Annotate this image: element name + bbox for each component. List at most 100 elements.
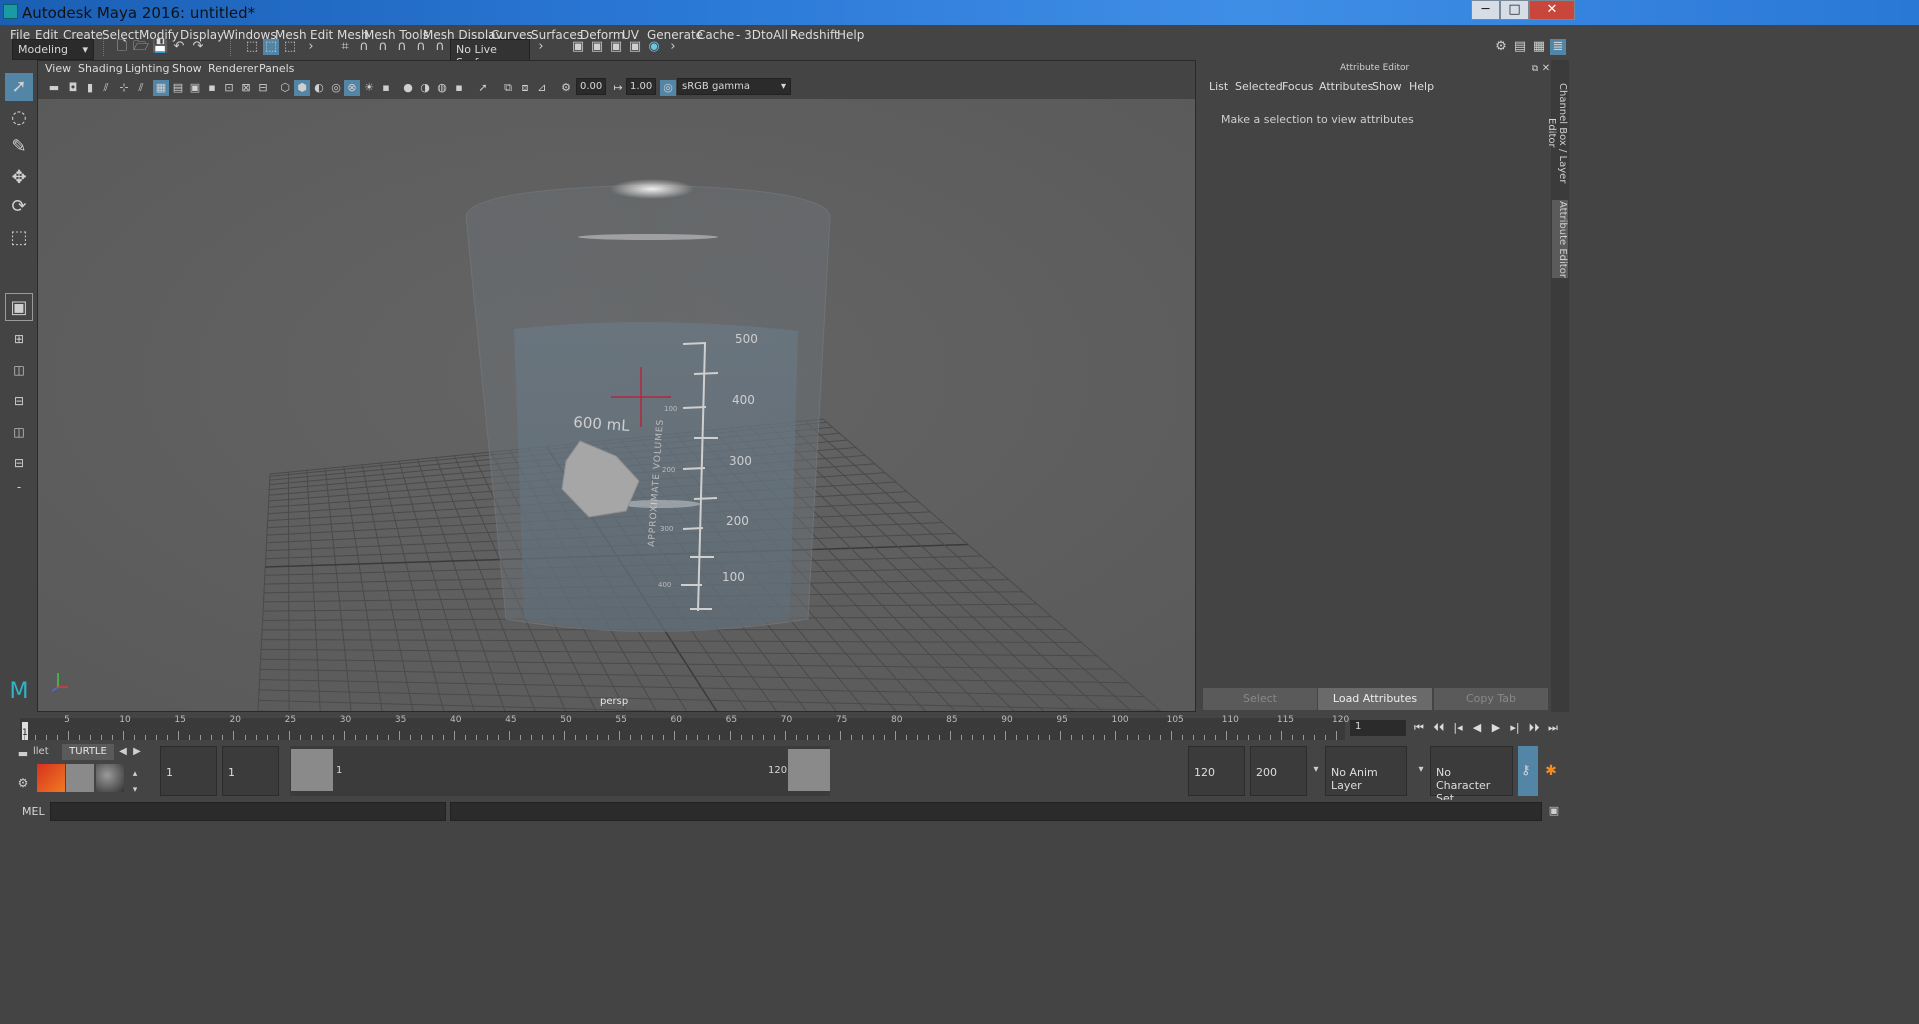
select-object-icon[interactable]: ⬚: [263, 39, 279, 55]
gate-mask-icon[interactable]: ▣: [187, 80, 203, 96]
menu-redshift[interactable]: Redshift: [790, 28, 839, 42]
isolate-select-icon[interactable]: ➚: [475, 80, 491, 96]
shelf-tab-partial[interactable]: llet: [33, 744, 61, 760]
lasso-tool-icon[interactable]: ◌: [5, 104, 33, 132]
camera-select-icon[interactable]: ▬: [46, 80, 62, 96]
use-all-lights-icon[interactable]: ☀: [361, 80, 377, 96]
chevron-right-icon[interactable]: ›: [533, 39, 549, 55]
paint-select-tool-icon[interactable]: ✎: [5, 133, 33, 161]
ipr-render-icon[interactable]: ▣: [589, 39, 605, 55]
wireframe-shading-icon[interactable]: ⬡: [277, 80, 293, 96]
modeling-toolkit-icon[interactable]: ⚙: [1493, 39, 1509, 55]
view-transform-dropdown[interactable]: sRGB gamma ▾: [677, 78, 791, 95]
rotate-tool-icon[interactable]: ⟳: [5, 193, 33, 221]
step-forward-key-button[interactable]: ⏵⏵: [1526, 720, 1542, 736]
snap-grid-icon[interactable]: ⌗: [337, 39, 353, 55]
move-tool-icon[interactable]: ✥: [5, 164, 33, 192]
load-attributes-button[interactable]: Load Attributes: [1318, 688, 1432, 710]
camera-attributes-icon[interactable]: ◘: [65, 80, 81, 96]
auto-key-button[interactable]: ⚷: [1518, 746, 1538, 796]
anim-layer-field[interactable]: No Anim Layer: [1325, 746, 1407, 796]
select-tool-icon[interactable]: ➚: [5, 73, 33, 101]
viewport-menu-show[interactable]: Show: [172, 62, 202, 75]
chevron-down-icon[interactable]: ▾: [1308, 762, 1324, 778]
copy-tab-button[interactable]: Copy Tab: [1434, 688, 1548, 710]
channel-box-icon[interactable]: ≣: [1550, 39, 1566, 55]
select-hierarchy-icon[interactable]: ⬚: [244, 39, 260, 55]
exposure-icon[interactable]: ⚙: [558, 80, 574, 96]
playback-end-field[interactable]: 120: [1188, 746, 1245, 796]
snap-curve-icon[interactable]: ∩: [356, 39, 372, 55]
animation-preferences-icon[interactable]: ✱: [1543, 763, 1559, 779]
xray-icon[interactable]: ⊗: [344, 80, 360, 96]
film-gate-icon[interactable]: ⫽: [133, 80, 149, 96]
perspective-viewport[interactable]: 500 400 300 200 100 100 200 300 400 600 …: [38, 99, 1195, 711]
snap-view-plane-icon[interactable]: ∩: [413, 39, 429, 55]
antialiasing-icon[interactable]: ◍: [434, 80, 450, 96]
tab-attribute-editor[interactable]: Attribute Editor: [1552, 200, 1568, 278]
close-button[interactable]: ✕: [1529, 0, 1575, 20]
textured-icon[interactable]: ◎: [328, 80, 344, 96]
minimize-button[interactable]: ─: [1471, 0, 1500, 20]
shelf-scroll-down-icon[interactable]: ▾: [127, 782, 143, 798]
layout-options-icon[interactable]: -: [5, 473, 33, 501]
render-settings-icon[interactable]: ▣: [608, 39, 624, 55]
smooth-shading-icon[interactable]: ⬢: [294, 80, 310, 96]
time-ruler[interactable]: 1 5 10 15 20 25 30 35 40 45 50 55 60 65 70 75 80 85 90 95 1…: [20, 715, 1349, 740]
safe-action-icon[interactable]: ⊡: [221, 80, 237, 96]
motion-blur-icon[interactable]: ◑: [417, 80, 433, 96]
current-frame-field[interactable]: 1: [1350, 720, 1406, 736]
viewport-menu-panels[interactable]: Panels: [259, 62, 294, 75]
menu-set-dropdown[interactable]: Modeling ▾: [12, 39, 94, 60]
turtle-render-icon[interactable]: [37, 764, 65, 792]
image-plane-icon[interactable]: ⫽: [98, 80, 114, 96]
color-management-icon[interactable]: ◎: [660, 80, 676, 96]
xray-joints-icon[interactable]: ⧉: [500, 80, 516, 96]
play-backwards-button[interactable]: ◀: [1469, 720, 1485, 736]
range-slider-start-handle[interactable]: [291, 749, 333, 791]
attr-menu-attributes[interactable]: Attributes: [1319, 80, 1373, 93]
turtle-shader-icon[interactable]: [96, 764, 124, 792]
grid-toggle-icon[interactable]: ⊹: [116, 80, 132, 96]
field-chart-icon[interactable]: ▪: [204, 80, 220, 96]
four-view-layout-icon[interactable]: ⊞: [5, 325, 33, 353]
attr-menu-focus[interactable]: Focus: [1282, 80, 1313, 93]
tool-settings-icon[interactable]: ▦: [1531, 39, 1547, 55]
go-to-start-button[interactable]: ⏮: [1411, 720, 1427, 736]
step-forward-frame-button[interactable]: ▸|: [1507, 720, 1523, 736]
attribute-editor-toggle-icon[interactable]: ▤: [1512, 39, 1528, 55]
attr-menu-show[interactable]: Show: [1372, 80, 1402, 93]
open-scene-icon[interactable]: 🗁: [133, 39, 149, 55]
attr-menu-help[interactable]: Help: [1409, 80, 1434, 93]
go-to-end-button[interactable]: ⏭: [1545, 720, 1561, 736]
new-scene-icon[interactable]: 🗋: [114, 39, 130, 55]
attr-menu-list[interactable]: List: [1209, 80, 1228, 93]
animation-start-field[interactable]: 1: [160, 746, 217, 796]
shadows-icon[interactable]: ▪: [378, 80, 394, 96]
safe-title-icon[interactable]: ⊠: [238, 80, 254, 96]
make-live-icon[interactable]: ∩: [432, 39, 448, 55]
command-input[interactable]: [50, 802, 446, 821]
default-material-icon[interactable]: ◐: [311, 80, 327, 96]
viewport-menu-view[interactable]: View: [45, 62, 71, 75]
scale-tool-icon[interactable]: ⬚: [5, 224, 33, 252]
gamma-icon[interactable]: ↦: [610, 80, 626, 96]
select-button[interactable]: Select: [1203, 688, 1317, 710]
shelf-tab-next-icon[interactable]: ▶: [129, 744, 145, 760]
chevron-down-icon[interactable]: ▾: [1413, 762, 1429, 778]
step-back-key-button[interactable]: ⏴⏴: [1431, 720, 1447, 736]
camera-frame-icon[interactable]: ⊟: [255, 80, 271, 96]
shelf-menu-icon[interactable]: ▬: [15, 746, 31, 762]
range-slider[interactable]: 1 120: [290, 746, 830, 796]
persp-graph-layout-icon[interactable]: ⊟: [5, 387, 33, 415]
menu-help[interactable]: Help: [837, 28, 864, 42]
exposure-field[interactable]: 0.00: [576, 78, 606, 95]
viewport-menu-shading[interactable]: Shading: [78, 62, 123, 75]
menu-3dtoall[interactable]: - 3DtoAll -: [736, 28, 796, 42]
step-back-frame-button[interactable]: |◂: [1450, 720, 1466, 736]
backface-culling-icon[interactable]: ⊿: [534, 80, 550, 96]
attr-menu-selected[interactable]: Selected: [1235, 80, 1283, 93]
render-sphere-icon[interactable]: ◉: [646, 39, 662, 55]
chevron-right-icon[interactable]: ›: [303, 39, 319, 55]
persp-outliner-layout-icon[interactable]: ◫: [5, 356, 33, 384]
